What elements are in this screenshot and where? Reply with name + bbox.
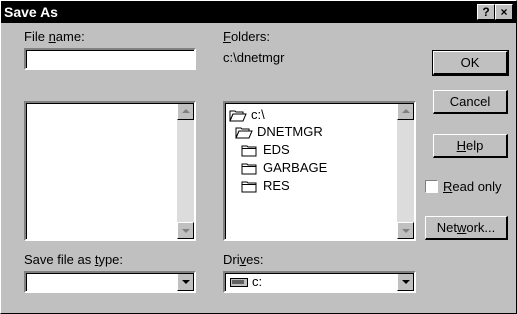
chevron-down-icon	[182, 280, 190, 284]
folder-list[interactable]: c:\ DNETMGR EDS GARBAGE RES	[223, 101, 416, 241]
network-button[interactable]: Network...	[425, 216, 508, 240]
save-as-dialog: Save As ? × File name: Folders: c:\dnetm…	[0, 0, 517, 314]
title-bar: Save As ? ×	[1, 1, 516, 23]
scroll-up-button[interactable]	[397, 103, 414, 120]
folder-icon	[241, 145, 257, 157]
scroll-up-button[interactable]	[177, 103, 194, 120]
folder-item[interactable]: RES	[241, 178, 290, 194]
file-list-scrollbar[interactable]	[177, 103, 194, 239]
drives-label: Drives:	[223, 252, 264, 267]
drives-dropdown-button[interactable]	[397, 273, 414, 291]
save-type-select[interactable]	[24, 271, 196, 293]
close-icon[interactable]: ×	[495, 4, 513, 20]
save-type-dropdown-button[interactable]	[177, 273, 194, 291]
folder-item[interactable]: DNETMGR	[235, 124, 323, 140]
chevron-down-icon	[402, 280, 410, 284]
scroll-up-icon	[182, 109, 190, 113]
folder-icon	[241, 181, 257, 193]
folder-icon	[241, 163, 257, 175]
read-only-label[interactable]: Read only	[443, 179, 502, 194]
window-title: Save As	[4, 4, 58, 20]
file-name-label: File name:	[24, 29, 85, 44]
help-icon[interactable]: ?	[477, 4, 495, 20]
open-folder-icon	[235, 127, 253, 139]
folder-item[interactable]: GARBAGE	[241, 160, 327, 176]
hard-drive-icon	[230, 278, 248, 287]
scroll-down-icon	[402, 229, 410, 233]
drives-select[interactable]: c:	[223, 271, 416, 293]
scroll-down-icon	[182, 229, 190, 233]
cancel-button[interactable]: Cancel	[433, 90, 508, 114]
file-name-input[interactable]	[24, 48, 196, 70]
scroll-down-button[interactable]	[397, 222, 414, 239]
scroll-up-icon	[402, 109, 410, 113]
scroll-down-button[interactable]	[177, 222, 194, 239]
save-type-label: Save file as type:	[24, 252, 124, 267]
folders-label: Folders:	[223, 29, 270, 44]
ok-button[interactable]: OK	[432, 50, 509, 76]
folder-list-scrollbar[interactable]	[397, 103, 414, 239]
read-only-checkbox[interactable]	[425, 180, 438, 193]
file-list[interactable]	[24, 101, 196, 241]
folder-item[interactable]: EDS	[241, 142, 290, 158]
current-path: c:\dnetmgr	[223, 50, 285, 65]
help-button[interactable]: Help	[433, 134, 508, 158]
open-folder-icon	[229, 110, 247, 122]
drive-value: c:	[252, 274, 263, 289]
folder-item[interactable]: c:\	[229, 107, 265, 123]
